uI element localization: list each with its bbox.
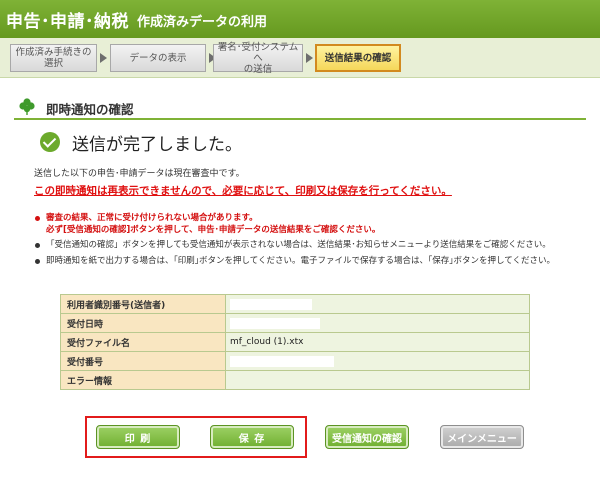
clover-icon xyxy=(19,98,35,115)
row-value xyxy=(225,313,530,333)
row-label: 受付番号 xyxy=(60,351,226,371)
redacted-value xyxy=(230,298,312,310)
completion-text: 送信が完了しました。 xyxy=(72,134,242,155)
table-row: 受付番号 xyxy=(60,351,530,371)
row-label: 受付日時 xyxy=(60,313,226,333)
row-label: 受付ファイル名 xyxy=(60,332,226,352)
app-title: 申告･申請･納税 xyxy=(6,12,129,32)
app-header: 申告･申請･納税 作成済みデータの利用 xyxy=(0,0,600,38)
row-value xyxy=(225,370,530,390)
note-item: 「受信通知の確認」ボタンを押しても受信通知が表示されない場合は、送信結果･お知ら… xyxy=(34,240,594,252)
receipt-confirm-button[interactable]: 受信通知の確認 xyxy=(325,425,409,449)
note-item: 即時通知を紙で出力する場合は、｢印刷｣ボタンを押してください。電子ファイルで保存… xyxy=(34,256,594,268)
main-menu-button[interactable]: メインメニュー xyxy=(440,425,524,449)
row-value xyxy=(225,294,530,314)
warning-message: この即時通知は再表示できませんので、必要に応じて、印刷又は保存を行ってください。 xyxy=(34,185,452,197)
save-button[interactable]: 保 存 xyxy=(210,425,294,449)
step-arrow-icon xyxy=(100,53,107,63)
step-display-data: データの表示 xyxy=(110,44,206,72)
table-row: エラー情報 xyxy=(60,370,530,390)
step-indicator: 作成済み手続きの 選択 データの表示 署名･受付システムへ の送信 送信結果の確… xyxy=(0,38,600,78)
step-sign-send: 署名･受付システムへ の送信 xyxy=(213,42,303,75)
table-row: 受付日時 xyxy=(60,313,530,333)
row-label: エラー情報 xyxy=(60,370,226,390)
notes-list: 審査の結果、正常に受け付けられない場合があります。 必ず[受信通知の確認]ボタン… xyxy=(34,213,594,271)
info-message: 送信した以下の申告･申請データは現在審査中です。 xyxy=(34,169,245,179)
step-select-procedure: 作成済み手続きの 選択 xyxy=(10,44,97,72)
row-value: mf_cloud (1).xtx xyxy=(225,332,530,352)
check-icon xyxy=(40,132,60,152)
redacted-value xyxy=(230,317,320,329)
table-row: 利用者識別番号(送信者) xyxy=(60,294,530,314)
row-label: 利用者識別番号(送信者) xyxy=(60,294,226,314)
print-button[interactable]: 印 刷 xyxy=(96,425,180,449)
table-row: 受付ファイル名 mf_cloud (1).xtx xyxy=(60,332,530,352)
note-item: 審査の結果、正常に受け付けられない場合があります。 必ず[受信通知の確認]ボタン… xyxy=(34,213,594,236)
page-subtitle: 作成済みデータの利用 xyxy=(137,15,268,30)
step-check-result: 送信結果の確認 xyxy=(315,44,401,72)
step-arrow-icon xyxy=(306,53,313,63)
completion-status: 送信が完了しました。 xyxy=(40,130,242,155)
section-title: 即時通知の確認 xyxy=(46,102,134,117)
section-heading: 即時通知の確認 xyxy=(14,96,586,120)
row-value xyxy=(225,351,530,371)
receipt-info-table: 利用者識別番号(送信者) 受付日時 受付ファイル名 mf_cloud (1).x… xyxy=(60,294,530,390)
redacted-value xyxy=(230,355,334,367)
